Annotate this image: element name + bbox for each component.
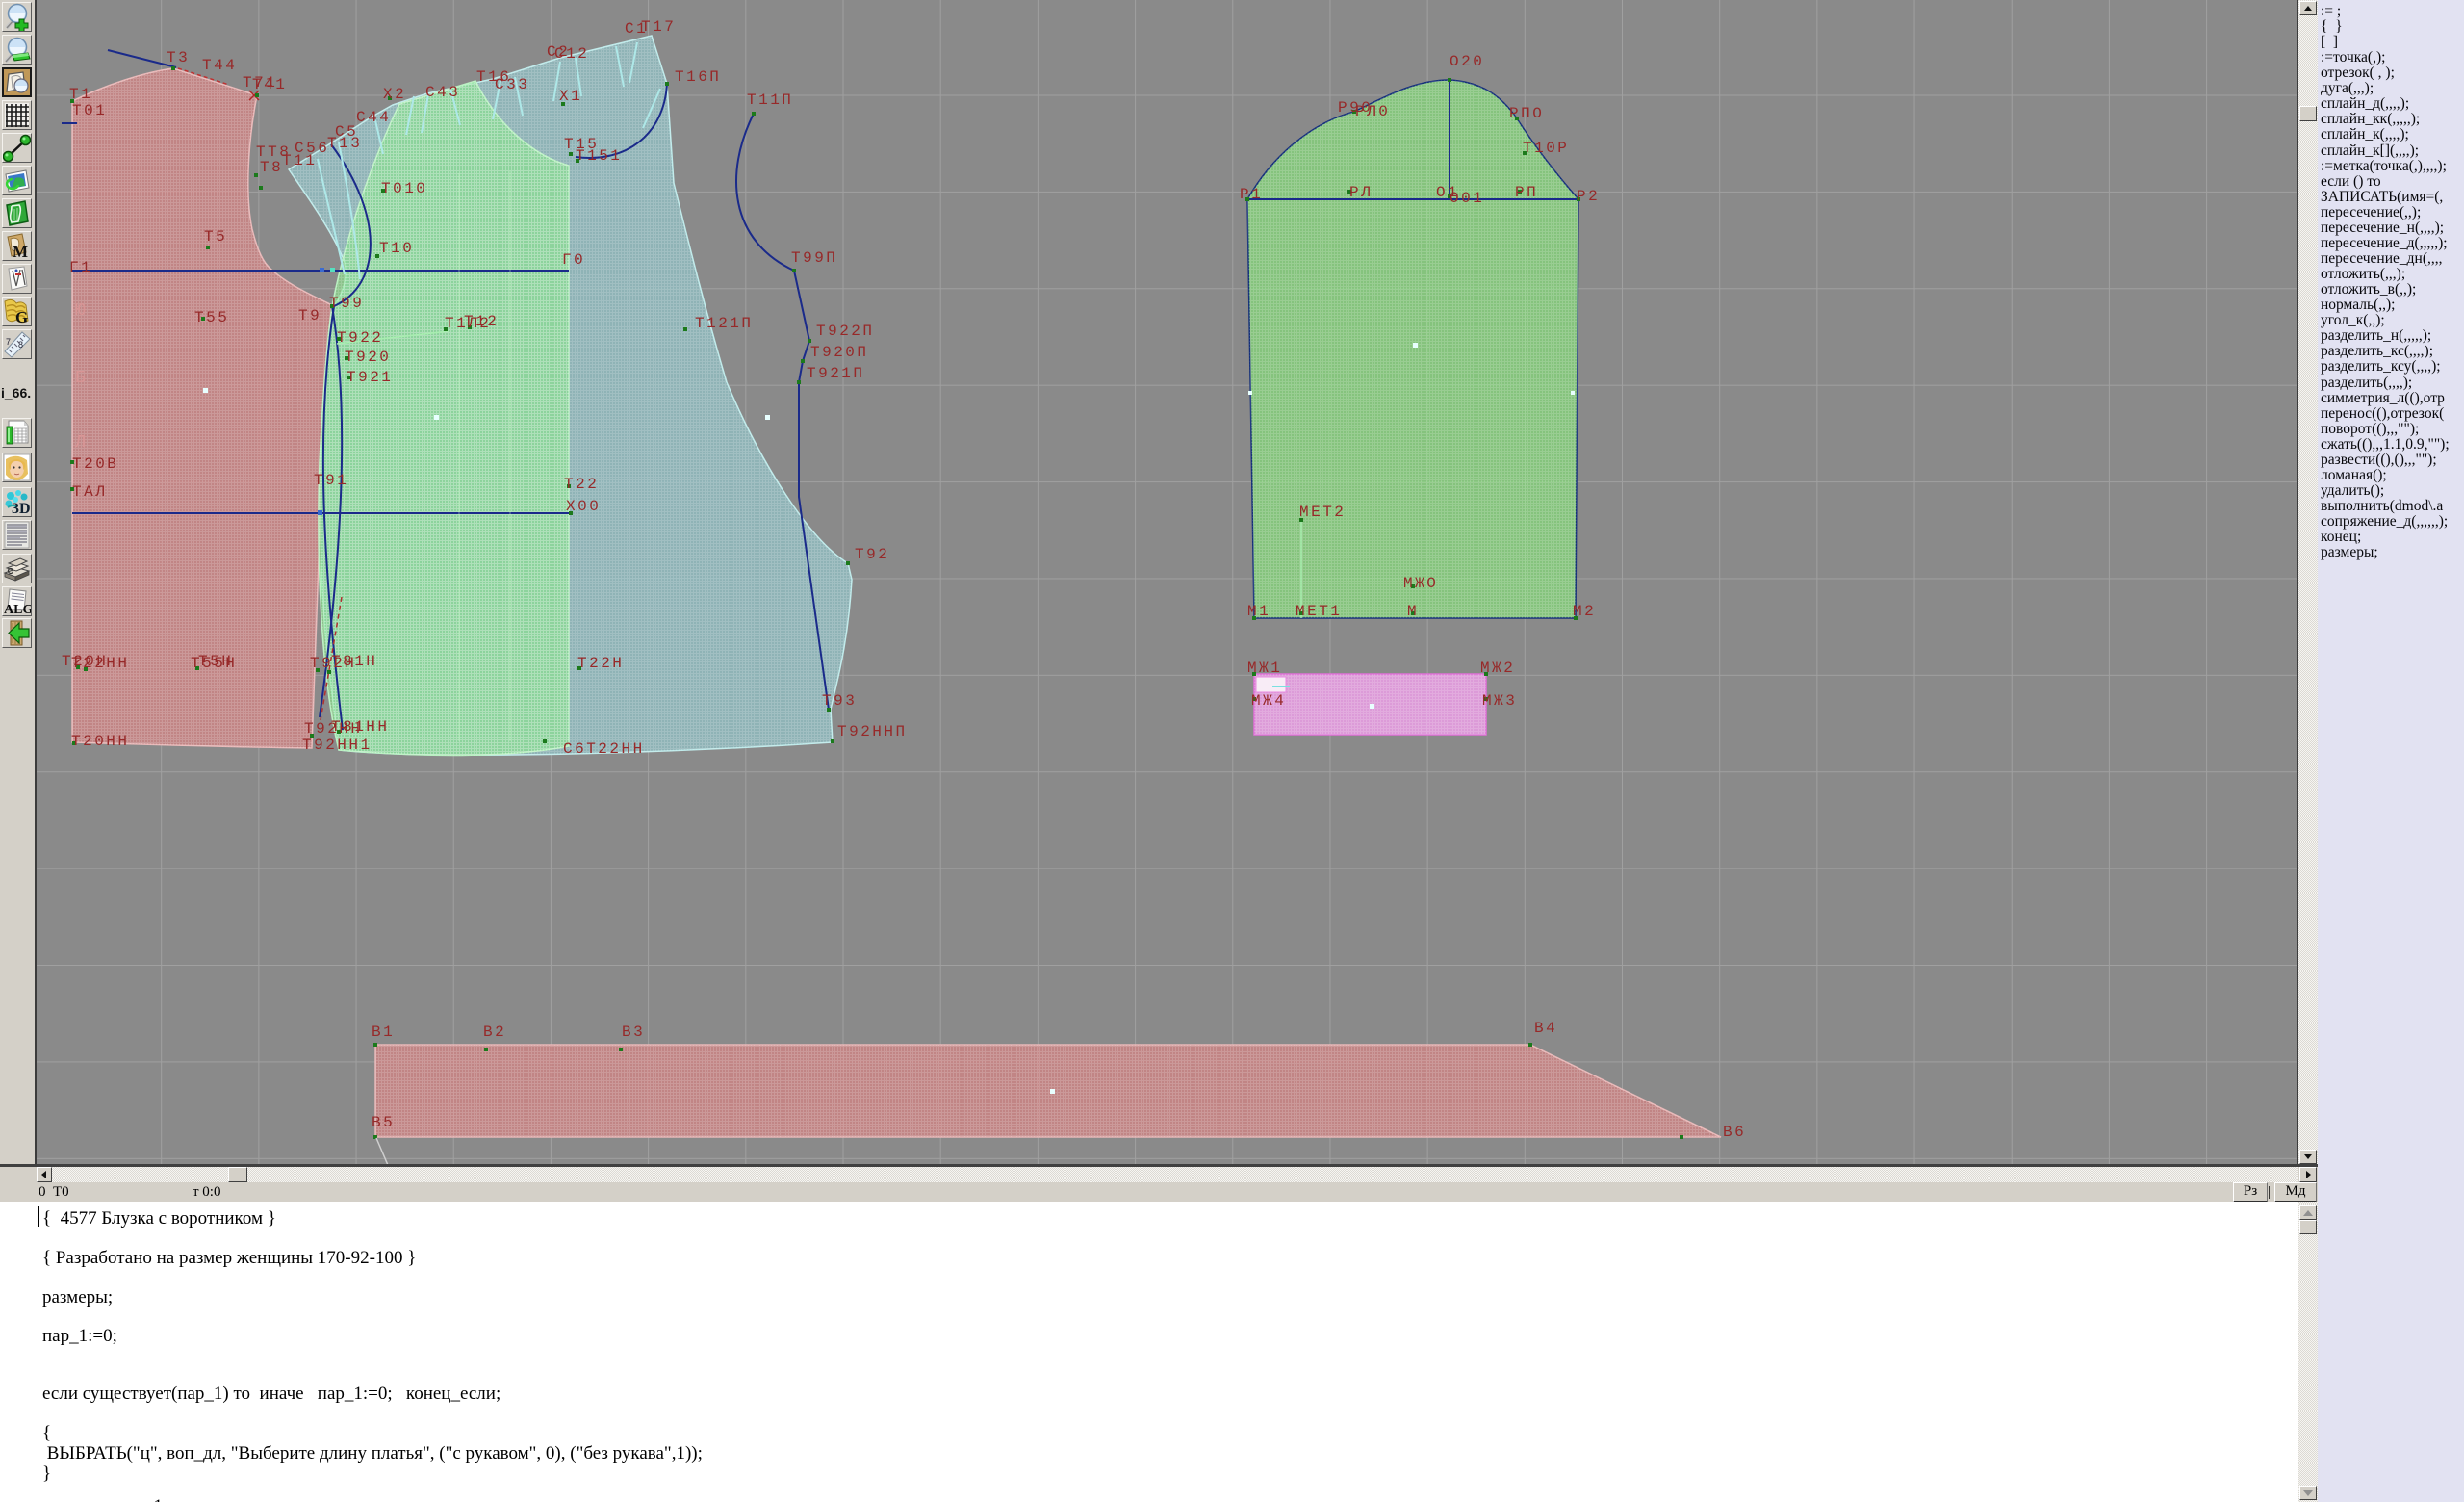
svg-text:3D: 3D xyxy=(12,501,31,516)
svg-text:M: M xyxy=(13,243,28,260)
svg-text:8: 8 xyxy=(18,340,23,350)
svg-text:G: G xyxy=(15,308,28,325)
svg-text:ALG: ALG xyxy=(4,603,31,615)
svg-text:7: 7 xyxy=(6,337,11,347)
